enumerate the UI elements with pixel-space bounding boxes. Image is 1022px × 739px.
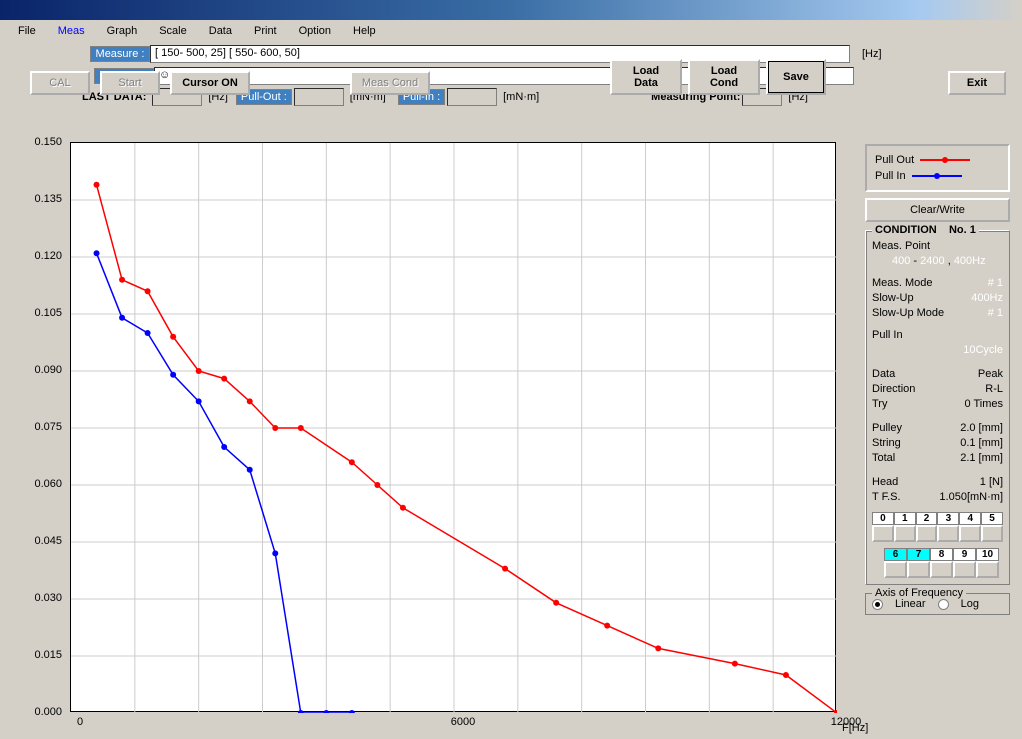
- radio-linear[interactable]: [872, 599, 883, 610]
- y-tick: 0.105: [24, 307, 62, 319]
- slot-button[interactable]: [937, 525, 959, 542]
- slot-button[interactable]: [976, 561, 999, 578]
- slot-label: 9: [953, 548, 976, 561]
- menu-scale[interactable]: Scale: [149, 23, 197, 39]
- menubar: File Meas Graph Scale Data Print Option …: [0, 20, 1022, 42]
- load-cond-button[interactable]: Load Cond: [688, 59, 760, 95]
- slot-label: 3: [937, 512, 959, 525]
- y-tick: 0.060: [24, 478, 62, 490]
- slot-label: 6: [884, 548, 907, 561]
- slot-button[interactable]: [916, 525, 938, 542]
- hz-unit: [Hz]: [862, 48, 882, 60]
- slot-label: 8: [930, 548, 953, 561]
- cal-button[interactable]: CAL: [30, 71, 90, 95]
- y-tick: 0.135: [24, 193, 62, 205]
- pullin-val: [447, 88, 497, 106]
- condition-panel: CONDITION No. 1 Meas. Point 400 - 2400 ,…: [865, 230, 1010, 585]
- menu-meas[interactable]: Meas: [48, 23, 95, 39]
- y-tick: 0.015: [24, 649, 62, 661]
- slot-button[interactable]: [981, 525, 1003, 542]
- exit-button[interactable]: Exit: [948, 71, 1006, 95]
- menu-file[interactable]: File: [8, 23, 46, 39]
- legend-pullout-line: [920, 159, 970, 161]
- slot-button[interactable]: [930, 561, 953, 578]
- mnm-unit2: [mN·m]: [503, 91, 539, 103]
- y-tick: 0.000: [24, 706, 62, 718]
- meas-cond-button[interactable]: Meas Cond: [350, 71, 430, 95]
- y-tick: 0.030: [24, 592, 62, 604]
- slot-label: 0: [872, 512, 894, 525]
- x-tick: 6000: [443, 716, 483, 728]
- axis-frequency-group: Axis of Frequency Linear Log: [865, 593, 1010, 615]
- measure-label: Measure :: [90, 46, 150, 62]
- legend: Pull Out Pull In: [865, 144, 1010, 192]
- slot-button[interactable]: [959, 525, 981, 542]
- x-axis-label: F[Hz]: [842, 722, 868, 734]
- slot-label: 2: [916, 512, 938, 525]
- slot-button[interactable]: [894, 525, 916, 542]
- y-tick: 0.090: [24, 364, 62, 376]
- slot-label: 4: [959, 512, 981, 525]
- load-data-button[interactable]: Load Data: [610, 59, 682, 95]
- legend-pullout-label: Pull Out: [875, 154, 914, 166]
- slot-button[interactable]: [872, 525, 894, 542]
- radio-log[interactable]: [938, 599, 949, 610]
- legend-pullin-line: [912, 175, 962, 177]
- start-button[interactable]: Start: [100, 71, 160, 95]
- y-tick: 0.045: [24, 535, 62, 547]
- slot-button[interactable]: [884, 561, 907, 578]
- menu-print[interactable]: Print: [244, 23, 287, 39]
- slot-label: 7: [907, 548, 930, 561]
- chart[interactable]: [70, 142, 836, 712]
- slot-button[interactable]: [907, 561, 930, 578]
- menu-graph[interactable]: Graph: [97, 23, 148, 39]
- x-tick: 0: [60, 716, 100, 728]
- y-tick: 0.150: [24, 136, 62, 148]
- y-tick: 0.075: [24, 421, 62, 433]
- cursor-on-button[interactable]: Cursor ON: [170, 71, 250, 95]
- slot-label: 1: [894, 512, 916, 525]
- slot-button[interactable]: [953, 561, 976, 578]
- menu-data[interactable]: Data: [199, 23, 242, 39]
- slot-label: 5: [981, 512, 1003, 525]
- menu-help[interactable]: Help: [343, 23, 386, 39]
- clear-write-button[interactable]: Clear/Write: [865, 198, 1010, 222]
- legend-pullin-label: Pull In: [875, 170, 906, 182]
- save-button[interactable]: Save: [766, 59, 826, 95]
- y-tick: 0.120: [24, 250, 62, 262]
- slot-label: 10: [976, 548, 999, 561]
- chart-svg: [71, 143, 837, 713]
- menu-option[interactable]: Option: [289, 23, 341, 39]
